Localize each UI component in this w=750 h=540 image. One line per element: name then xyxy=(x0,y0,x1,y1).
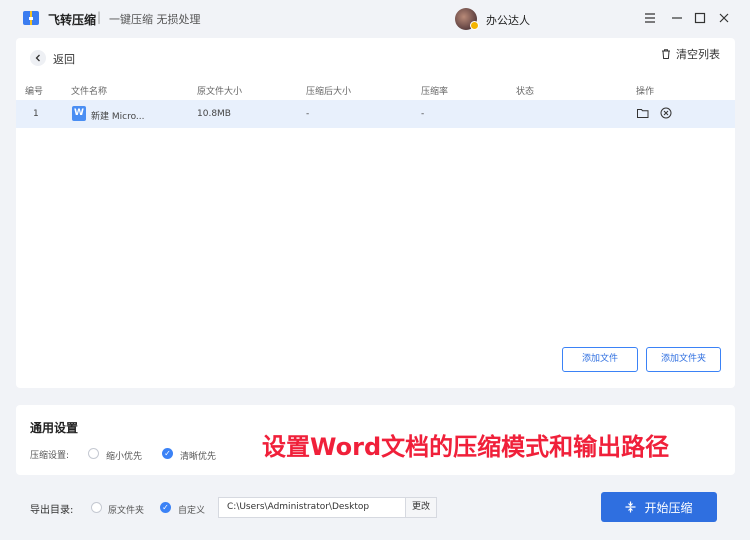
change-path-button[interactable]: 更改 xyxy=(405,497,437,518)
clear-list-label: 清空列表 xyxy=(676,48,720,61)
title-bar: 飞转压缩 | 一键压缩 无损处理 办公达人 xyxy=(0,0,750,38)
close-button[interactable] xyxy=(714,8,734,28)
export-directory-label: 导出目录: xyxy=(30,505,74,516)
radio-clarity-priority[interactable]: ✓ xyxy=(162,448,173,459)
word-icon: W xyxy=(72,106,86,121)
row-ratio: - xyxy=(421,109,425,119)
title-separator: | xyxy=(97,10,102,24)
column-header-index: 编号 xyxy=(25,87,44,97)
compress-icon xyxy=(625,501,636,513)
add-folder-button[interactable]: 添加文件夹 xyxy=(646,347,721,372)
trash-icon xyxy=(662,49,670,59)
start-compress-label: 开始压缩 xyxy=(644,500,693,515)
app-subtitle: 一键压缩 无损处理 xyxy=(109,13,201,26)
settings-title: 通用设置 xyxy=(30,421,79,435)
option-custom-folder-label[interactable]: 自定义 xyxy=(178,503,205,516)
vip-badge-icon xyxy=(470,21,479,30)
app-logo-icon xyxy=(23,11,39,25)
radio-custom-folder[interactable]: ✓ xyxy=(160,502,171,513)
row-file-name: 新建 Micro... xyxy=(91,112,145,122)
output-path-field[interactable]: C:\Users\Administrator\Desktop xyxy=(218,497,406,518)
clear-list-button[interactable]: 清空列表 xyxy=(660,46,720,62)
folder-open-icon[interactable] xyxy=(636,106,650,120)
column-header-name: 文件名称 xyxy=(71,87,108,97)
column-header-actions: 操作 xyxy=(636,87,655,97)
remove-icon[interactable] xyxy=(659,106,673,120)
annotation-text: 设置Word文档的压缩模式和输出路径 xyxy=(262,433,670,461)
chevron-left-icon xyxy=(35,54,40,62)
column-header-ratio: 压缩率 xyxy=(421,87,449,97)
radio-original-folder[interactable] xyxy=(91,502,102,513)
column-header-compressed-size: 压缩后大小 xyxy=(306,87,352,97)
minimize-button[interactable] xyxy=(667,8,687,28)
option-original-folder-label[interactable]: 原文件夹 xyxy=(108,503,144,516)
back-label[interactable]: 返回 xyxy=(53,51,75,67)
compress-setting-label: 压缩设置: xyxy=(30,451,70,461)
table-row[interactable]: 1 W 新建 Micro... 10.8MB - - xyxy=(16,100,735,128)
row-compressed-size: - xyxy=(306,109,310,119)
option-clarity-priority-label[interactable]: 清晰优先 xyxy=(180,449,216,462)
maximize-button[interactable] xyxy=(690,8,710,28)
back-button[interactable] xyxy=(30,50,46,66)
menu-icon[interactable] xyxy=(640,8,660,28)
row-index: 1 xyxy=(33,109,39,119)
file-list-panel: 返回 清空列表 编号 文件名称 原文件大小 压缩后大小 压缩率 状态 操作 1 … xyxy=(16,38,735,388)
username[interactable]: 办公达人 xyxy=(486,12,530,28)
start-compress-button[interactable]: 开始压缩 xyxy=(601,492,717,522)
add-file-button[interactable]: 添加文件 xyxy=(562,347,638,372)
app-title: 飞转压缩 xyxy=(48,13,97,27)
radio-size-priority[interactable] xyxy=(88,448,99,459)
option-size-priority-label[interactable]: 缩小优先 xyxy=(106,449,142,462)
column-header-status: 状态 xyxy=(516,87,535,97)
row-original-size: 10.8MB xyxy=(197,109,231,119)
column-header-original-size: 原文件大小 xyxy=(197,87,243,97)
